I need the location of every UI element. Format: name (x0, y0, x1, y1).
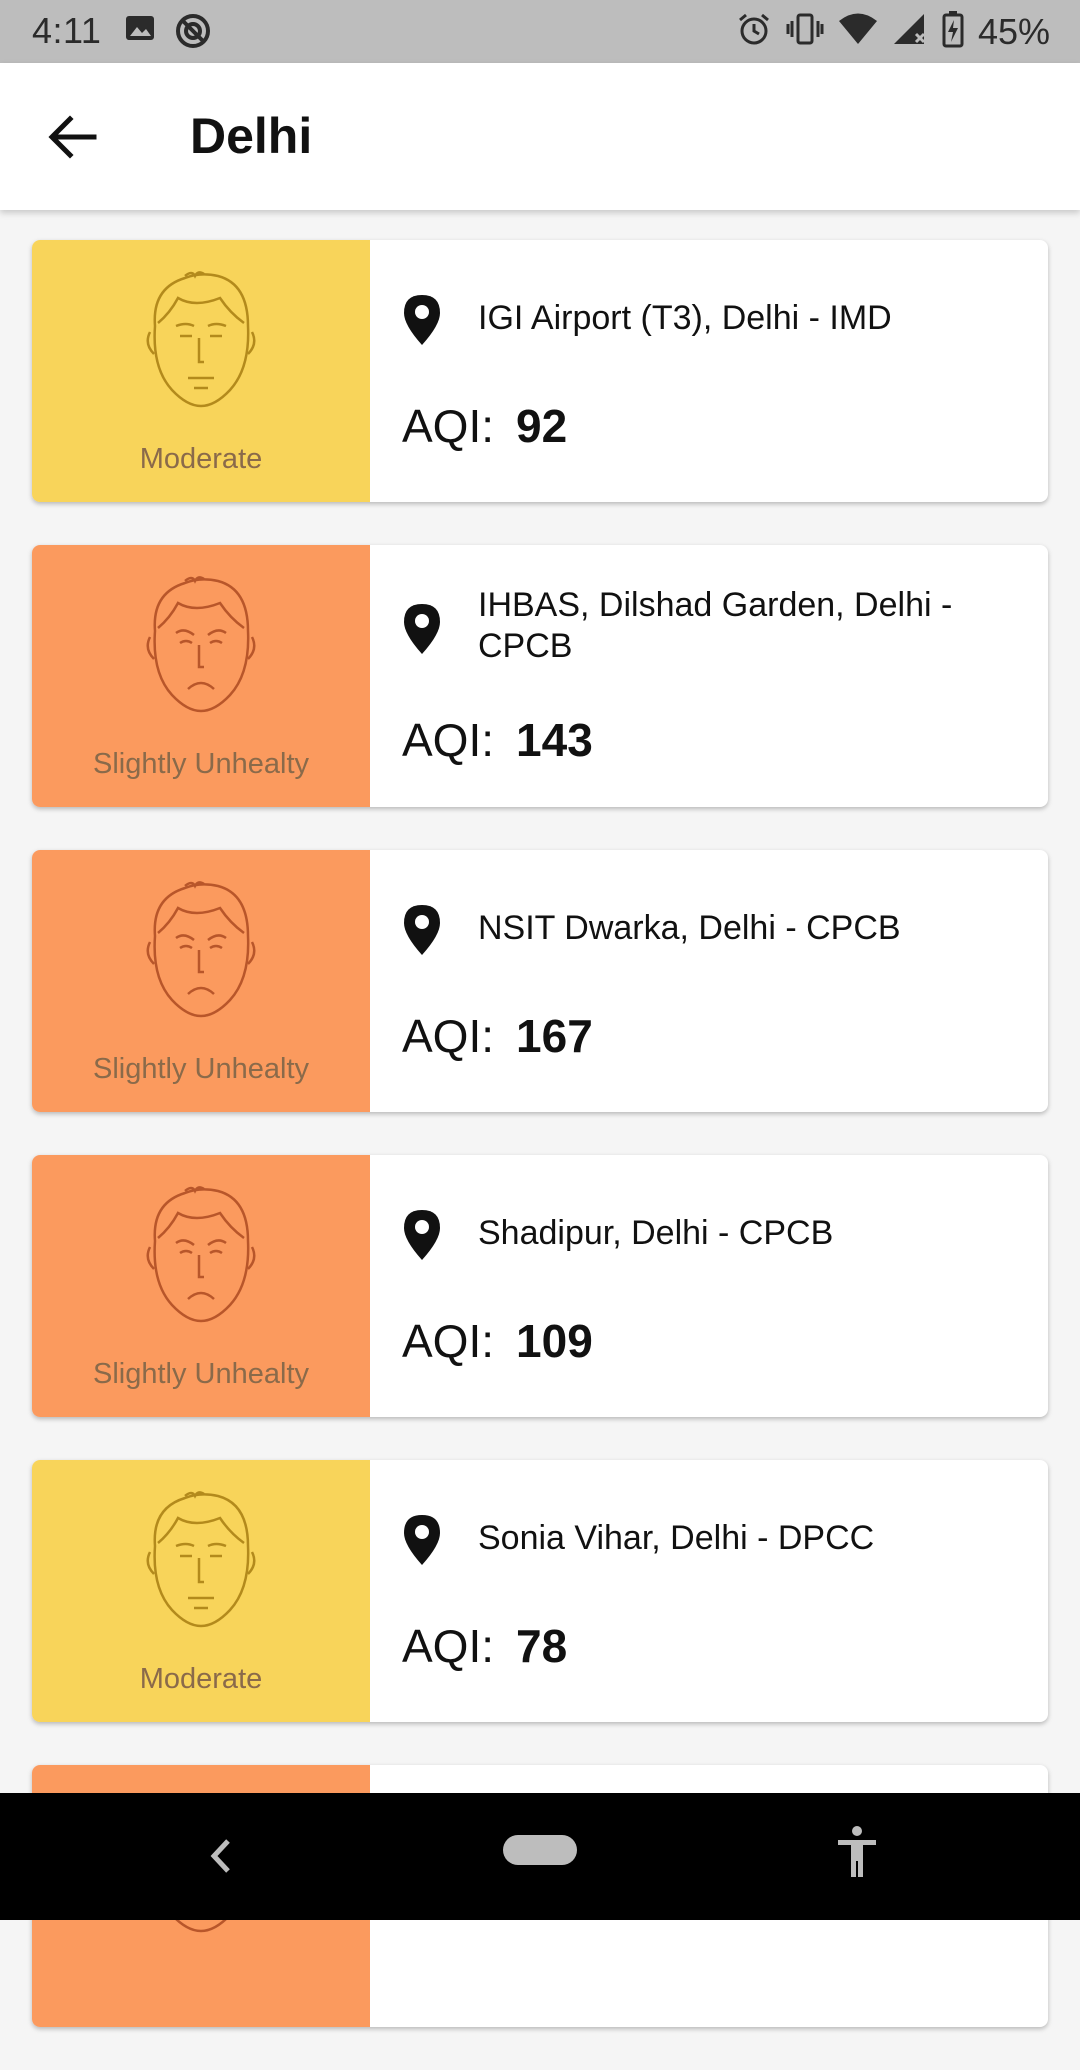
sync-disabled-icon (174, 12, 212, 55)
battery-percent: 45% (977, 10, 1050, 52)
aqi-status-panel: Moderate (32, 240, 370, 502)
station-name: IHBAS, Dilshad Garden, Delhi - CPCB (478, 586, 953, 665)
aqi-line: AQI: 92 (402, 399, 567, 453)
aqi-status-label: Moderate (139, 1663, 263, 1695)
location-pin-icon (404, 604, 440, 654)
aqi-status-panel: Moderate (32, 1460, 370, 1722)
aqi-value: 78 (516, 1620, 568, 1672)
back-button[interactable] (44, 113, 100, 161)
signal-icon (892, 12, 928, 51)
station-name: NSIT Dwarka, Delhi - CPCB (478, 909, 901, 947)
status-time: 4:11 (32, 10, 102, 51)
station-card[interactable]: Slightly Unhealty IHBAS, Dilshad Garden,… (32, 545, 1048, 807)
station-card[interactable]: Slightly Unhealty Shadipur, Delhi - CPCB… (32, 1155, 1048, 1417)
accessibility-button[interactable] (834, 1825, 880, 1879)
station-info: Shadipur, Delhi - CPCB AQI: 109 (370, 1155, 1048, 1417)
aqi-status-panel: Slightly Unhealty (32, 1155, 370, 1417)
aqi-label: AQI: (402, 400, 495, 452)
station-card[interactable]: Moderate IGI Airport (T3), Delhi - IMD A… (32, 240, 1048, 502)
nav-home-pill[interactable] (503, 1835, 577, 1865)
aqi-line: AQI: 143 (402, 713, 593, 767)
image-icon (124, 12, 156, 55)
aqi-status-label: Moderate (139, 443, 263, 475)
neutral-face-icon (146, 271, 256, 408)
status-bar: 4:11 45% (0, 0, 1080, 63)
aqi-value: 143 (516, 714, 593, 766)
wifi-icon (838, 12, 878, 51)
station-name: Shadipur, Delhi - CPCB (478, 1214, 834, 1252)
app-bar: Delhi (0, 63, 1080, 210)
accessibility-icon (838, 1826, 876, 1877)
aqi-line: AQI: 167 (402, 1009, 593, 1063)
aqi-status-label: Slightly Unhealty (93, 1053, 309, 1085)
aqi-status-panel: Slightly Unhealty (32, 850, 370, 1112)
aqi-status-panel: Slightly Unhealty (32, 545, 370, 807)
station-info: Sonia Vihar, Delhi - DPCC AQI: 78 (370, 1460, 1048, 1722)
sad-face-icon (146, 881, 256, 1018)
station-name: Sonia Vihar, Delhi - DPCC (478, 1519, 875, 1557)
station-name: IGI Airport (T3), Delhi - IMD (478, 299, 892, 337)
location-pin-icon (404, 905, 440, 955)
alarm-icon (736, 11, 772, 52)
system-nav-bar (0, 1793, 1080, 1920)
sad-face-icon (146, 1186, 256, 1323)
sad-face-icon (146, 576, 256, 713)
aqi-label: AQI: (402, 1315, 495, 1367)
battery-charging-icon (942, 10, 964, 53)
nav-back-icon (210, 1839, 230, 1873)
aqi-line: AQI: 109 (402, 1314, 593, 1368)
location-pin-icon (404, 1210, 440, 1260)
aqi-line: AQI: 78 (402, 1619, 567, 1673)
location-pin-icon (404, 295, 440, 345)
aqi-label: AQI: (402, 714, 495, 766)
arrow-left-icon (48, 115, 97, 159)
aqi-status-label: Slightly Unhealty (93, 748, 309, 780)
page-title: Delhi (190, 108, 313, 164)
aqi-status-label: Slightly Unhealty (93, 1358, 309, 1390)
aqi-label: AQI: (402, 1010, 495, 1062)
nav-back-button[interactable] (206, 1833, 236, 1879)
aqi-value: 167 (516, 1010, 593, 1062)
neutral-face-icon (146, 1491, 256, 1628)
aqi-label: AQI: (402, 1620, 495, 1672)
location-pin-icon (404, 1515, 440, 1565)
station-card[interactable]: Moderate Sonia Vihar, Delhi - DPCC AQI: 7… (32, 1460, 1048, 1722)
station-info: NSIT Dwarka, Delhi - CPCB AQI: 167 (370, 850, 1048, 1112)
station-card[interactable]: Slightly Unhealty NSIT Dwarka, Delhi - C… (32, 850, 1048, 1112)
aqi-value: 109 (516, 1315, 593, 1367)
station-info: IHBAS, Dilshad Garden, Delhi - CPCB AQI:… (370, 545, 1048, 807)
aqi-value: 92 (516, 400, 568, 452)
station-info: IGI Airport (T3), Delhi - IMD AQI: 92 (370, 240, 1048, 502)
vibrate-icon (786, 11, 824, 52)
